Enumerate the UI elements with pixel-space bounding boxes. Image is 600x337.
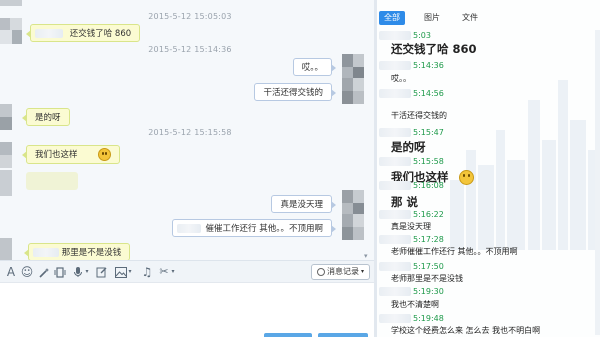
history-message[interactable]: 老师那里是不是没钱 (391, 273, 463, 284)
history-pane: 全部 图片 文件 5:03 还交钱了哈 860 5:14:36 哎。。 5:14:56 干… (377, 0, 600, 337)
history-message[interactable]: 真是没天理 (391, 221, 431, 232)
message-bubble[interactable]: 真是没天理 (271, 195, 336, 213)
tab-images[interactable]: 图片 (419, 11, 445, 25)
history-time-text: 5:17:50 (413, 262, 444, 271)
history-time-text: 5:16:08 (413, 181, 444, 190)
blurred-sender (379, 287, 411, 296)
blurred-sender (379, 31, 411, 40)
history-message[interactable]: 还交钱了哈 860 (391, 42, 477, 57)
history-time-text: 5:15:47 (413, 128, 444, 137)
avatar (342, 54, 364, 80)
history-timestamp: 5:17:50 (379, 261, 444, 272)
message-bubble[interactable]: 催催工作还行 其他。。不顶用啊 (171, 219, 337, 237)
history-timestamp: 5:15:47 (379, 127, 444, 138)
history-time-text: 5:14:36 (413, 61, 444, 70)
message-bubble[interactable]: 是的呀 (22, 108, 70, 126)
message-bubble[interactable]: 干活还得交钱的 (254, 83, 336, 101)
smiley-emoji-icon (98, 148, 112, 161)
tab-all[interactable]: 全部 (379, 11, 405, 25)
message-input[interactable] (0, 282, 374, 337)
magic-wand-icon[interactable] (37, 265, 51, 279)
history-timestamp: 5:14:36 (379, 60, 444, 71)
avatar (0, 104, 22, 130)
history-timestamp: 5:14:56 (379, 88, 444, 99)
tab-files[interactable]: 文件 (457, 11, 483, 25)
history-timestamp: 5:16:08 (379, 180, 444, 191)
history-time-text: 5:19:30 (413, 287, 444, 296)
blurred-sender (379, 89, 411, 98)
font-icon[interactable]: A (4, 265, 18, 279)
message-text: 那里是不是没钱 (61, 248, 122, 258)
history-timestamp: 5:17:28 (379, 234, 444, 245)
emoji-icon[interactable]: ☺ (20, 265, 34, 279)
scroll-down-arrow-icon[interactable]: ▾ (364, 252, 368, 260)
message-text: 我们也这样 (35, 150, 78, 160)
blurred-text (176, 224, 201, 233)
history-message[interactable]: 老师催催工作还行 其他。。不顶用啊 (391, 246, 518, 257)
blurred-sender (35, 29, 63, 38)
chat-pane: 2015-5-12 15:05:03 还交钱了哈 860 2015-5-12 1… (0, 0, 374, 337)
blurred-sender (379, 235, 411, 244)
history-time-text: 5:03 (413, 31, 431, 40)
history-message[interactable]: 干活还得交钱的 (391, 110, 447, 121)
history-time-text: 5:14:56 (413, 89, 444, 98)
blurred-sender (379, 181, 411, 190)
chevron-down-icon[interactable]: ▾ (126, 265, 134, 279)
message-bubble[interactable]: 哎。。 (292, 58, 337, 76)
screen-shake-icon[interactable] (53, 265, 67, 279)
history-message[interactable]: 是的呀 (391, 140, 426, 155)
chevron-down-icon: ▾ (360, 268, 364, 275)
history-message[interactable]: 那 说 (391, 195, 418, 210)
timestamp: 2015-5-12 15:15:58 (148, 128, 232, 137)
history-timestamp: 5:19:48 (379, 313, 444, 324)
edit-icon[interactable] (95, 265, 109, 279)
blurred-sender (379, 314, 411, 323)
avatar (0, 142, 22, 168)
close-button[interactable] (264, 333, 312, 337)
history-timestamp: 5:03 (379, 30, 431, 41)
history-timestamp: 5:19:30 (379, 286, 444, 297)
chevron-down-icon[interactable]: ▾ (83, 265, 91, 279)
message-text: 催催工作还行 其他。。不顶用啊 (205, 224, 323, 234)
chevron-down-icon[interactable]: ▾ (169, 265, 177, 279)
timestamp: 2015-5-12 15:05:03 (148, 12, 232, 21)
history-time-text: 5:17:28 (413, 235, 444, 244)
blurred-sender (379, 210, 411, 219)
history-timestamp: 5:15:58 (379, 156, 444, 167)
history-time-text: 5:16:22 (413, 210, 444, 219)
smiley-emoji-icon (458, 170, 474, 185)
history-time-text: 5:19:48 (413, 314, 444, 323)
blurred-sender (379, 157, 411, 166)
avatar (342, 78, 364, 104)
avatar (342, 190, 364, 216)
blurred-sender (379, 128, 411, 137)
input-toolbar: A ☺ ▾ ▾ ♫ ✂ ▾ 消息记录 ▾ (0, 260, 374, 282)
message-history-button[interactable]: 消息记录 ▾ (310, 264, 370, 280)
send-button[interactable] (318, 333, 368, 337)
music-icon[interactable]: ♫ (140, 265, 154, 279)
message-bubble[interactable]: 那里是不是没钱 (23, 243, 131, 261)
avatar (0, 18, 22, 44)
history-button-label: 消息记录 (326, 267, 359, 276)
clock-icon (316, 268, 325, 276)
blurred-message (26, 172, 78, 190)
history-message[interactable]: 学校这个经费怎么来 怎么去 我也不明白啊 (391, 325, 540, 336)
message-bubble[interactable]: 我们也这样 (21, 145, 121, 164)
history-tabs: 全部 图片 文件 (377, 10, 600, 26)
history-time-text: 5:15:58 (413, 157, 444, 166)
skyline-background (450, 80, 600, 250)
blurred-sender (379, 262, 411, 271)
avatar (342, 214, 364, 240)
history-scrollbar[interactable] (595, 30, 600, 335)
history-message[interactable]: 我也不清楚啊 (391, 299, 439, 310)
avatar (0, 170, 22, 196)
timestamp: 2015-5-12 15:14:36 (148, 45, 232, 54)
message-bubble[interactable]: 还交钱了哈 860 (25, 24, 141, 42)
history-message[interactable]: 哎。。 (391, 73, 411, 84)
avatar (0, 0, 22, 20)
history-timestamp: 5:16:22 (379, 209, 444, 220)
blurred-text (33, 248, 59, 257)
blurred-sender (379, 61, 411, 70)
message-text: 还交钱了哈 860 (69, 29, 132, 39)
